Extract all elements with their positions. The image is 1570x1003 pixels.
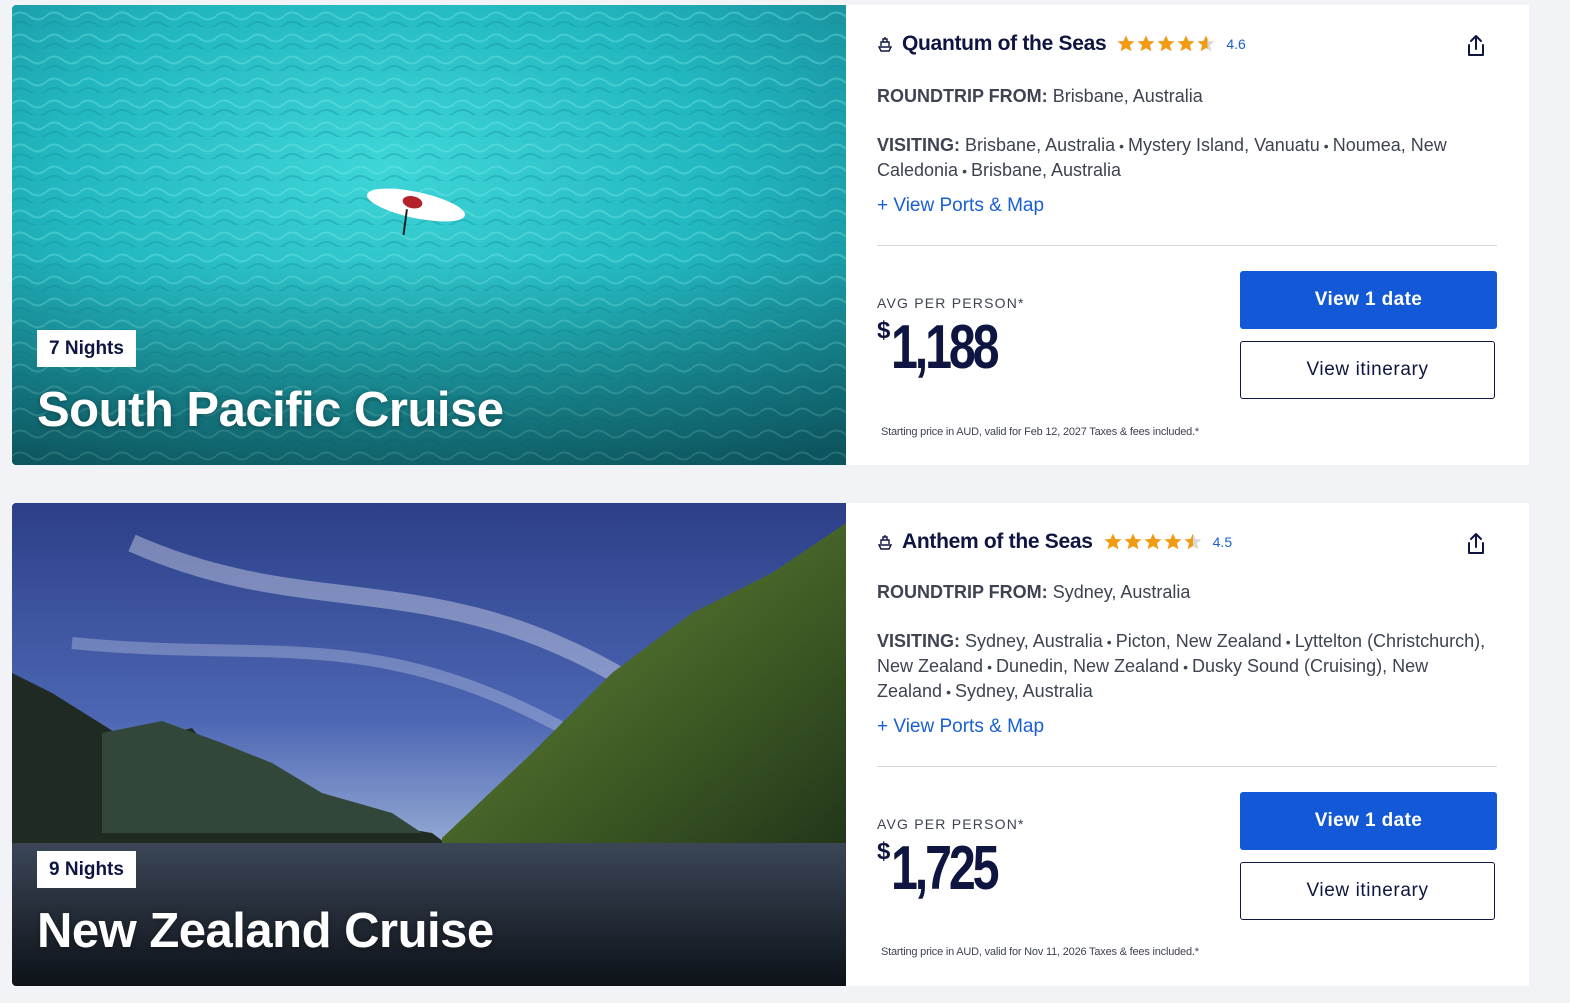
rating-value: 4.6	[1226, 36, 1246, 52]
ship-row: Anthem of the Seas 4.5	[877, 529, 1232, 555]
cruise-info: Anthem of the Seas 4.5 ROUNDTRIP FROM: S…	[846, 503, 1529, 986]
view-dates-button[interactable]: View 1 date	[1240, 792, 1497, 850]
visiting-line: VISITING: Brisbane, Australia • Mystery Is…	[877, 133, 1489, 183]
price-disclaimer: Starting price in AUD, valid for Nov 11,…	[881, 946, 1199, 958]
roundtrip-line: ROUNDTRIP FROM: Sydney, Australia	[877, 580, 1489, 604]
star-icon	[1144, 533, 1162, 550]
view-itinerary-button[interactable]: View itinerary	[1240, 341, 1495, 399]
port-separator: •	[1106, 634, 1112, 650]
ship-icon	[877, 37, 893, 52]
rating-value: 4.5	[1212, 534, 1233, 550]
visiting-label: VISITING:	[877, 631, 961, 651]
roundtrip-label: ROUNDTRIP FROM:	[877, 86, 1048, 106]
view-itinerary-button[interactable]: View itinerary	[1240, 862, 1495, 920]
port-separator: •	[987, 659, 992, 675]
avg-price-label: AVG PER PERSON*	[877, 816, 1025, 832]
roundtrip-value: Sydney, Australia	[1052, 582, 1191, 602]
star-icon	[1177, 35, 1195, 52]
port-separator: •	[1119, 138, 1125, 154]
star-icon	[1197, 35, 1215, 52]
star-icon	[1157, 35, 1175, 52]
view-dates-button[interactable]: View 1 date	[1240, 271, 1497, 329]
ship-name[interactable]: Anthem of the Seas	[902, 530, 1093, 554]
ship-row: Quantum of the Seas 4.6	[877, 31, 1246, 57]
port-separator: •	[1183, 659, 1188, 675]
view-ports-map-link[interactable]: + View Ports & Map	[877, 195, 1044, 217]
avg-price-label: AVG PER PERSON*	[877, 295, 1025, 311]
divider	[877, 245, 1497, 246]
cruise-image[interactable]: 7 Nights South Pacific Cruise	[12, 5, 846, 465]
cruise-card: 7 Nights South Pacific Cruise Quantum of…	[12, 5, 1529, 465]
port-name: Brisbane, Australia	[970, 160, 1122, 180]
cruise-title[interactable]: New Zealand Cruise	[37, 903, 494, 959]
star-icon	[1184, 533, 1202, 550]
ports-list: Brisbane, Australia • Mystery Island, Vanu…	[877, 135, 1447, 180]
port-separator: •	[962, 163, 967, 179]
price-amount: 1,725	[891, 834, 1000, 903]
ship-icon	[877, 535, 893, 550]
star-icon	[1124, 533, 1142, 550]
star-icon	[1117, 35, 1135, 52]
port-name: Sydney, Australia	[954, 681, 1093, 701]
price: $ 1,188	[877, 316, 1027, 380]
port-name: Picton, New Zealand	[1115, 631, 1282, 651]
roundtrip-value: Brisbane, Australia	[1052, 86, 1203, 106]
star-icon	[1104, 533, 1122, 550]
star-rating	[1103, 532, 1203, 552]
visiting-label: VISITING:	[877, 135, 961, 155]
view-ports-map-link[interactable]: + View Ports & Map	[877, 716, 1044, 738]
port-name: Sydney, Australia	[965, 631, 1103, 651]
roundtrip-label: ROUNDTRIP FROM:	[877, 582, 1048, 602]
cruise-info: Quantum of the Seas 4.6 ROUNDTRIP FROM: …	[846, 5, 1529, 465]
divider	[877, 766, 1497, 767]
nights-badge: 7 Nights	[37, 330, 136, 367]
roundtrip-line: ROUNDTRIP FROM: Brisbane, Australia	[877, 84, 1489, 108]
star-icon	[1137, 35, 1155, 52]
star-rating	[1116, 34, 1216, 54]
cruise-card: 9 Nights New Zealand Cruise Anthem of th…	[12, 503, 1529, 986]
visiting-line: VISITING: Sydney, Australia • Picton, New …	[877, 629, 1489, 704]
cruise-title[interactable]: South Pacific Cruise	[37, 382, 504, 438]
price-amount: 1,188	[891, 313, 1000, 382]
price: $ 1,725	[877, 837, 1027, 901]
star-icon	[1164, 533, 1182, 550]
nights-badge: 9 Nights	[37, 851, 136, 888]
currency-symbol: $	[877, 317, 891, 344]
ship-name[interactable]: Quantum of the Seas	[902, 32, 1107, 56]
ports-list: Sydney, Australia • Picton, New Zealand • Ly…	[877, 631, 1485, 701]
port-separator: •	[1285, 634, 1291, 650]
share-icon[interactable]	[1465, 532, 1487, 556]
cruise-image[interactable]: 9 Nights New Zealand Cruise	[12, 503, 846, 986]
port-separator: •	[1323, 138, 1329, 154]
share-icon[interactable]	[1465, 34, 1487, 58]
price-disclaimer: Starting price in AUD, valid for Feb 12,…	[881, 426, 1200, 438]
currency-symbol: $	[877, 838, 891, 865]
port-name: Dunedin, New Zealand	[995, 656, 1180, 676]
port-name: Brisbane, Australia	[965, 135, 1116, 155]
port-separator: •	[946, 684, 951, 700]
port-name: Mystery Island, Vanuatu	[1128, 135, 1320, 155]
